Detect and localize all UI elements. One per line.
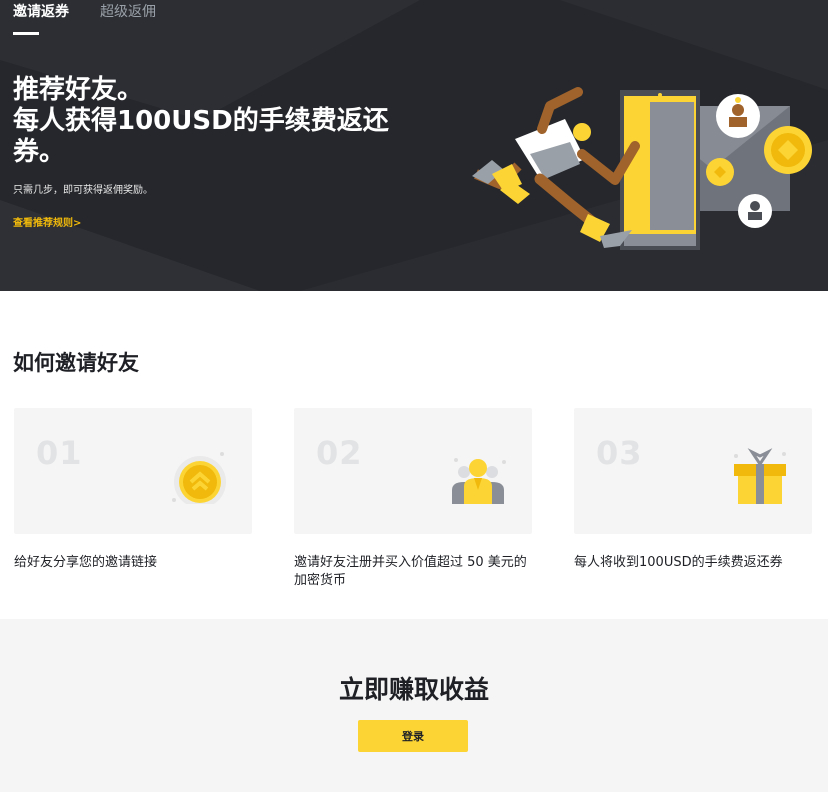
hero-banner: 邀请返券 超级返佣 推荐好友。 每人获得100USD的手续费返还 券。 只需几步…: [0, 0, 828, 291]
hero-subtitle: 只需几步，即可获得返佣奖励。: [13, 185, 153, 196]
login-button[interactable]: 登录: [358, 720, 468, 752]
hero-title-line: 推荐好友。: [13, 75, 144, 105]
step-text: 给好友分享您的邀请链接: [14, 555, 158, 570]
cta-title: 立即赚取收益: [338, 675, 489, 704]
people-icon: [452, 458, 506, 504]
hero-title-line: 每人获得100USD的手续费返还: [13, 106, 389, 136]
hero-title: 推荐好友。 每人获得100USD的手续费返还 券。: [13, 75, 413, 168]
hero-illustration: [472, 87, 812, 250]
step-text: 每人将收到100USD的手续费返还券: [574, 555, 783, 570]
step-text: 邀请好友注册并买入价值超过 50 美元的加密货币: [294, 555, 527, 588]
step-card-1: 01: [14, 408, 252, 534]
step-card-3: 03: [574, 408, 812, 534]
referral-rules-link[interactable]: 查看推荐规则>: [13, 214, 81, 229]
hero-title-line: 券。: [13, 137, 66, 167]
cta-section: 立即赚取收益 登录: [0, 619, 828, 792]
coin-icon: [172, 452, 226, 504]
step-number: 03: [596, 434, 643, 472]
tab-invite-coupon[interactable]: 邀请返券: [13, 0, 69, 36]
tab-super-commission[interactable]: 超级返佣: [100, 0, 156, 36]
gift-icon: [734, 448, 786, 504]
active-tab-indicator: [13, 32, 39, 35]
how-to-invite-section: 如何邀请好友 01 给好友分享您的邀请链接 02 邀请好友注册并买入价值超过 5…: [0, 291, 828, 619]
running-person-icon: [472, 87, 640, 248]
step-number: 01: [36, 434, 83, 472]
section-title: 如何邀请好友: [13, 351, 139, 375]
tab-bar: 邀请返券 超级返佣: [13, 0, 187, 36]
step-number: 02: [316, 434, 363, 472]
step-card-2: 02: [294, 408, 532, 534]
